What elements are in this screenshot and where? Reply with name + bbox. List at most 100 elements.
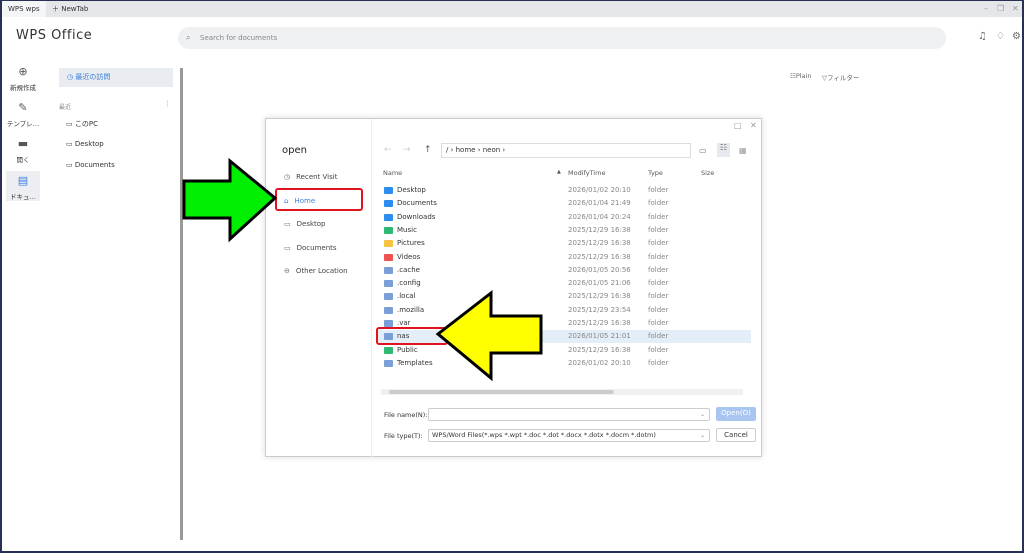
file-name: .cache [397,265,420,274]
back-icon[interactable]: ← [384,145,392,155]
modify-time: 2025/12/29 16:38 [568,292,631,301]
chevron-down-icon[interactable]: ⌄ [700,409,705,420]
scrollbar-thumb[interactable] [389,390,614,394]
rail-open[interactable]: ▬ 開く [2,137,44,164]
file-row[interactable]: Music 2025/12/29 16:38 folder [378,224,751,237]
col-size[interactable]: Size [701,169,714,177]
folder-icon [384,200,393,208]
tab-wps[interactable]: WPS wps [2,1,46,17]
path-home[interactable]: home [456,146,476,154]
rail-label: ドキュ… [10,193,36,201]
file-type: folder [648,239,669,248]
maximize-icon[interactable]: □ [734,121,742,130]
file-type: folder [648,292,669,301]
nav-label: Desktop [296,220,326,228]
file-type: folder [648,345,669,354]
file-name: .config [397,279,421,288]
folder-icon [384,306,393,314]
plain-view-button[interactable]: ☷Plain [790,72,811,80]
gear-icon[interactable]: ⚙ [1012,31,1021,42]
rail-label: 開く [16,156,30,164]
support-icon[interactable]: ♫ [978,31,987,42]
nav-desktop[interactable]: ▭ Desktop [284,220,326,228]
chevron-down-icon[interactable]: ⌄ [700,430,705,441]
file-type-select[interactable]: WPS/Word Files(*.wps *.wpt *.doc *.dot *… [428,429,710,442]
desktop-icon: ▭ [284,220,291,228]
path-root[interactable]: / [446,146,448,154]
col-name[interactable]: Name [383,169,402,177]
file-name: .local [397,292,416,301]
col-modify[interactable]: ModifyTime [568,169,605,177]
rail-template[interactable]: ✎ テンプレ… [2,101,44,128]
modify-time: 2026/01/04 20:24 [568,212,631,221]
nav-label: Other Location [295,267,348,275]
folder-icon [384,346,393,354]
search-input[interactable]: ⌕ Search for documents [178,27,946,49]
plain-label: Plain [795,72,812,80]
restore-icon[interactable]: ❐ [997,1,1004,17]
plus-icon: ＋ [52,5,62,13]
file-row[interactable]: Videos 2025/12/29 16:38 folder [378,251,751,264]
clock-icon: ◷ [284,173,291,181]
modify-time: 2026/01/04 21:49 [568,199,631,208]
file-name: Videos [397,252,421,261]
path-neon[interactable]: neon [483,146,500,154]
col-type[interactable]: Type [648,169,663,177]
more-icon[interactable]: ⋮ [164,100,171,108]
file-name: Pictures [397,239,425,248]
rail-documents[interactable]: ▤ ドキュ… [6,171,40,201]
nav-recent[interactable]: ◷ Recent Visit [284,173,337,181]
side-item-label: このPC [74,120,98,128]
dialog-close-icon[interactable]: ✕ [750,121,757,130]
file-type: folder [648,279,669,288]
skin-icon[interactable]: ♢ [996,31,1005,42]
panel-divider[interactable] [180,68,183,540]
nav-documents[interactable]: ▭ Documents [284,244,337,252]
up-icon[interactable]: ↑ [424,145,432,155]
file-name: Templates [397,358,433,367]
filter-label: フィルター [827,74,860,82]
side-item-label: Documents [74,161,115,169]
tab-newtab[interactable]: ＋ NewTab [46,1,94,17]
file-type: folder [648,305,669,314]
list-view-icon[interactable]: ☷ [717,143,730,157]
horizontal-scrollbar[interactable] [381,389,743,395]
file-row[interactable]: .cache 2026/01/05 20:56 folder [378,264,751,277]
minimize-icon[interactable]: – [984,1,988,17]
folder-icon [384,226,393,234]
file-row[interactable]: Desktop 2026/01/02 20:10 folder [378,184,751,197]
rail-new[interactable]: ⊕ 新規作成 [2,65,44,92]
nav-label: Documents [296,244,337,252]
file-name: Documents [397,199,437,208]
nav-other-location[interactable]: ⊖ Other Location [284,267,348,275]
modify-time: 2025/12/29 16:38 [568,225,631,234]
file-row[interactable]: Downloads 2026/01/04 20:24 folder [378,211,751,224]
tab-bar: WPS wps ＋ NewTab – ❐ ✕ [2,1,1022,17]
forward-icon[interactable]: → [403,145,411,155]
filter-button[interactable]: ▽フィルター [822,72,859,82]
rail-label: 新規作成 [10,84,36,92]
close-icon[interactable]: ✕ [1012,1,1019,17]
file-row[interactable]: Pictures 2025/12/29 16:38 folder [378,237,751,250]
yellow-arrow-icon [435,289,543,382]
side-item-desktop[interactable]: ▭ Desktop [66,140,104,148]
folder-icon [384,213,393,221]
file-name-input[interactable]: ⌄ [428,408,710,421]
recent-visit-button[interactable]: ◷ 最近の訪問 [59,68,173,87]
side-item-pc[interactable]: ▭ このPC [66,119,98,129]
file-type: folder [648,212,669,221]
new-folder-icon[interactable]: ▭ [699,146,707,155]
file-type-value: WPS/Word Files(*.wps *.wpt *.doc *.dot *… [432,431,656,439]
file-row[interactable]: Documents 2026/01/04 21:49 folder [378,197,751,210]
cancel-button[interactable]: Cancel [716,428,756,442]
dialog-sidebar: open ◷ Recent Visit ⌂ Home ▭ Desktop ▭ Docum… [266,119,372,458]
side-item-documents[interactable]: ▭ Documents [66,161,115,169]
file-type: folder [648,225,669,234]
dialog-title: open [282,145,307,156]
documents-icon: ▭ [284,244,291,252]
grid-view-icon[interactable]: ▦ [739,146,747,155]
path-bar[interactable]: / › home › neon › [441,143,691,158]
folder-icon [384,280,393,288]
open-button[interactable]: Open(O) [716,407,756,421]
modify-time: 2025/12/29 16:38 [568,252,631,261]
